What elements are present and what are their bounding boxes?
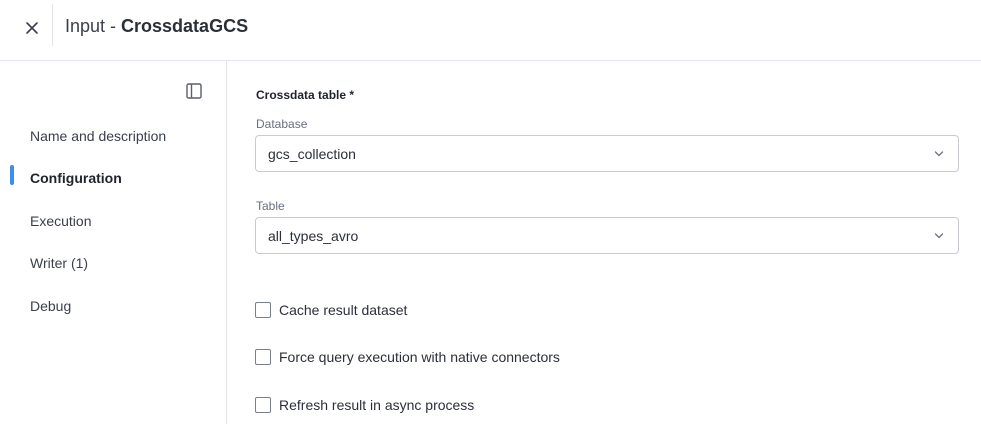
table-label: Table [256,199,285,213]
active-indicator [10,165,14,185]
chevron-down-icon [934,151,944,157]
close-button[interactable] [18,14,46,42]
collapse-sidebar-button[interactable] [185,82,203,100]
force-native-checkbox[interactable] [255,349,271,365]
refresh-async-checkbox[interactable] [255,397,271,413]
sidebar-item-writer[interactable]: Writer (1) [30,254,88,272]
section-title: Crossdata table * [256,88,355,102]
database-value: gcs_collection [268,146,356,162]
chevron-down-icon [934,233,944,239]
cache-result-checkbox-row[interactable]: Cache result dataset [255,301,407,319]
sidebar-item-name-and-description[interactable]: Name and description [30,127,166,145]
close-icon [26,22,38,34]
cache-result-checkbox[interactable] [255,302,271,318]
refresh-async-checkbox-row[interactable]: Refresh result in async process [255,396,474,414]
header: Input - CrossdataGCS [0,0,981,61]
sidebar-item-debug[interactable]: Debug [30,297,71,315]
table-select[interactable]: all_types_avro [255,217,959,254]
refresh-async-label: Refresh result in async process [279,397,475,413]
sidebar-panel-icon [186,83,202,99]
sidebar-item-execution[interactable]: Execution [30,212,91,230]
sidebar: Name and description Configuration Execu… [0,61,227,424]
cache-result-label: Cache result dataset [279,302,408,318]
page-title: Input - CrossdataGCS [65,15,248,37]
force-native-checkbox-row[interactable]: Force query execution with native connec… [255,348,560,366]
database-label: Database [256,117,308,131]
main-content: Crossdata table * Database gcs_collectio… [227,61,981,424]
force-native-label: Force query execution with native connec… [279,349,560,365]
sidebar-item-configuration[interactable]: Configuration [30,169,122,187]
title-name: CrossdataGCS [121,16,249,36]
database-select[interactable]: gcs_collection [255,135,959,172]
title-prefix: Input - [65,16,122,36]
header-divider [52,4,53,46]
table-value: all_types_avro [268,228,359,244]
